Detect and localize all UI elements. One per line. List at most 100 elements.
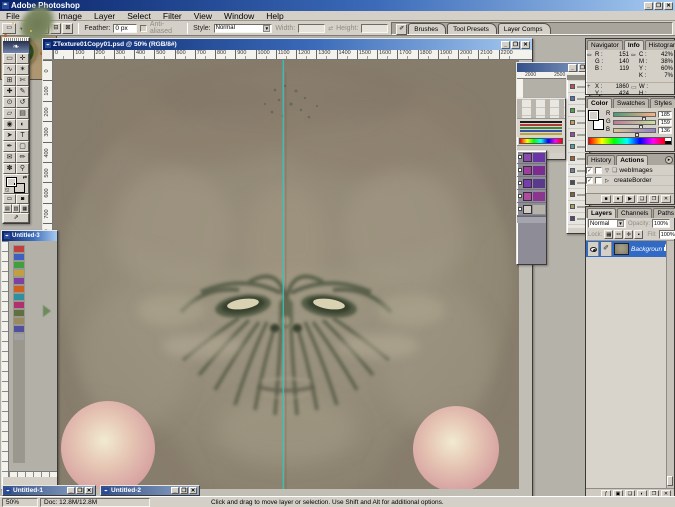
well-tab[interactable]: Brushes xyxy=(408,23,446,34)
mini-layers-palette[interactable] xyxy=(516,150,547,265)
action-dialog-toggle[interactable] xyxy=(595,167,602,174)
menu-item[interactable]: Help xyxy=(260,11,289,21)
rectangular-marquee-tool[interactable]: ▭ xyxy=(3,53,16,64)
history-brush-tool[interactable]: ↺ xyxy=(16,97,29,108)
slice-tool[interactable]: ✄ xyxy=(16,75,29,86)
lasso-tool[interactable]: ∿ xyxy=(3,64,16,75)
new-set-button[interactable]: ❏ xyxy=(637,195,647,203)
link-dimensions-icon[interactable]: ⇄ xyxy=(328,25,333,32)
float-minimize-button[interactable]: _ xyxy=(568,64,577,72)
tab-styles[interactable]: Styles xyxy=(650,98,675,108)
gradient-tool[interactable]: ▤ xyxy=(16,108,29,119)
intersect-selection-button[interactable]: ⊠ xyxy=(62,23,73,34)
tab-paths[interactable]: Paths xyxy=(653,208,675,218)
width-input[interactable] xyxy=(298,24,325,33)
opacity-input[interactable]: 100% xyxy=(652,219,670,228)
expander-icon[interactable]: ▽ xyxy=(604,168,610,174)
default-colors-icon[interactable]: ◱ xyxy=(5,188,9,192)
move-tool[interactable]: ✛ xyxy=(16,53,29,64)
eyedropper-tool[interactable]: ✏ xyxy=(16,152,29,163)
untitled-title-bar[interactable]: ✒ Untitled-3 xyxy=(2,231,57,241)
layers-scrollbar[interactable] xyxy=(666,241,674,488)
layer-row-background[interactable]: ✐ Background xyxy=(586,241,674,257)
lock-all-button[interactable]: ▪ xyxy=(634,230,643,239)
well-tab[interactable]: Layer Comps xyxy=(498,23,551,34)
notes-tool[interactable]: ✉ xyxy=(3,152,16,163)
action-item[interactable]: ✓ ▽ ❏ webImages xyxy=(586,166,674,176)
min-minimize-button[interactable]: _ xyxy=(67,487,75,494)
magic-wand-tool[interactable]: ✶ xyxy=(16,64,29,75)
maximize-button[interactable]: ❐ xyxy=(654,2,663,10)
zoom-tool[interactable]: ⚲ xyxy=(16,163,29,174)
fill-input[interactable]: 100% xyxy=(659,230,675,239)
new-action-button[interactable]: ❐ xyxy=(649,195,659,203)
red-value[interactable]: 185 xyxy=(658,111,672,118)
action-check-icon[interactable]: ✓ xyxy=(586,177,593,184)
tab-swatches[interactable]: Swatches xyxy=(613,98,649,108)
file-browser-button[interactable]: ✐ xyxy=(396,24,407,35)
mini-spectrum-ramp[interactable] xyxy=(519,138,563,144)
anti-aliased-checkbox[interactable] xyxy=(140,25,147,32)
menu-item[interactable]: Filter xyxy=(157,11,188,21)
zoom-level-input[interactable]: 50% xyxy=(2,498,38,507)
min-restore-button[interactable]: ❐ xyxy=(180,487,188,494)
layer-thumbnail[interactable] xyxy=(614,243,629,255)
red-slider[interactable] xyxy=(613,112,656,117)
lock-transparency-button[interactable]: ▦ xyxy=(604,230,613,239)
menu-item[interactable]: View xyxy=(188,11,218,21)
clone-stamp-tool[interactable]: ⊙ xyxy=(3,97,16,108)
document-title-bar[interactable]: ✒ ZTexture01Copy01.psd @ 50% (RGB/8#) _ … xyxy=(43,39,532,50)
minimized-window-untitled-1[interactable]: ✒ Untitled-1 _ ❐ ✕ xyxy=(2,485,96,496)
canvas-area[interactable] xyxy=(53,60,532,496)
type-tool[interactable]: T xyxy=(16,130,29,141)
dodge-tool[interactable]: ◐ xyxy=(16,119,29,130)
shape-tool[interactable]: ▢ xyxy=(16,141,29,152)
guide-line[interactable] xyxy=(283,60,284,489)
menu-item[interactable]: Window xyxy=(218,11,260,21)
blur-tool[interactable]: ◉ xyxy=(3,119,16,130)
green-slider[interactable] xyxy=(613,120,656,125)
style-dropdown[interactable]: Normal ▼ xyxy=(214,24,273,33)
stop-button[interactable]: ■ xyxy=(601,195,611,203)
expander-icon[interactable]: ▷ xyxy=(604,178,610,184)
doc-size-readout[interactable]: Doc: 12.8M/12.8M xyxy=(40,498,150,507)
standard-mode-button[interactable]: ▭ xyxy=(3,194,16,204)
lock-image-button[interactable]: ✏ xyxy=(614,230,623,239)
app-title-bar[interactable]: ✒ Adobe Photoshop _ ❐ ✕ xyxy=(0,0,675,11)
record-button[interactable]: ● xyxy=(613,195,623,203)
action-check-icon[interactable]: ✓ xyxy=(586,167,593,174)
fullscreen-menubar-button[interactable]: ▥ xyxy=(12,204,21,213)
min-close-button[interactable]: ✕ xyxy=(85,487,93,494)
green-value[interactable]: 159 xyxy=(658,119,672,126)
menu-item[interactable]: Select xyxy=(121,11,157,21)
doc-minimize-button[interactable]: _ xyxy=(501,41,510,49)
tab-channels[interactable]: Channels xyxy=(617,208,652,218)
tab-color[interactable]: Color xyxy=(587,98,612,108)
standard-screen-button[interactable]: ▤ xyxy=(3,204,12,213)
minimized-window-untitled-2[interactable]: ✒ Untitled-2 _ ❐ ✕ xyxy=(100,485,200,496)
foreground-color-swatch[interactable] xyxy=(6,177,17,187)
doc-maximize-button[interactable]: ❐ xyxy=(511,41,520,49)
brush-tool[interactable]: ✎ xyxy=(16,86,29,97)
layer-name[interactable]: Background xyxy=(631,246,662,253)
healing-brush-tool[interactable]: ✚ xyxy=(3,86,16,97)
minimize-button[interactable]: _ xyxy=(644,2,653,10)
fullscreen-button[interactable]: ▦ xyxy=(20,204,29,213)
min-minimize-button[interactable]: _ xyxy=(171,487,179,494)
horizontal-ruler[interactable]: 0100200300400500600700800900100011001200… xyxy=(53,50,532,60)
tab-histogram[interactable]: Histogram xyxy=(645,40,675,50)
doc-close-button[interactable]: ✕ xyxy=(521,41,530,49)
tab-navigator[interactable]: Navigator xyxy=(587,40,623,50)
pen-tool[interactable]: ✒ xyxy=(3,141,16,152)
spectrum-ramp[interactable] xyxy=(588,137,672,145)
hand-tool[interactable]: ✽ xyxy=(3,163,16,174)
untitled-document-window[interactable]: ✒ Untitled-3 xyxy=(1,230,58,490)
foreground-color-swatch[interactable] xyxy=(588,110,599,121)
tab-history[interactable]: History xyxy=(587,155,615,165)
tab-info[interactable]: Info xyxy=(624,40,644,50)
blue-slider[interactable] xyxy=(613,128,656,133)
blue-value[interactable]: 136 xyxy=(658,127,672,134)
canvas-image[interactable] xyxy=(53,60,519,489)
tab-actions[interactable]: Actions xyxy=(616,155,648,165)
height-input[interactable] xyxy=(361,24,388,33)
